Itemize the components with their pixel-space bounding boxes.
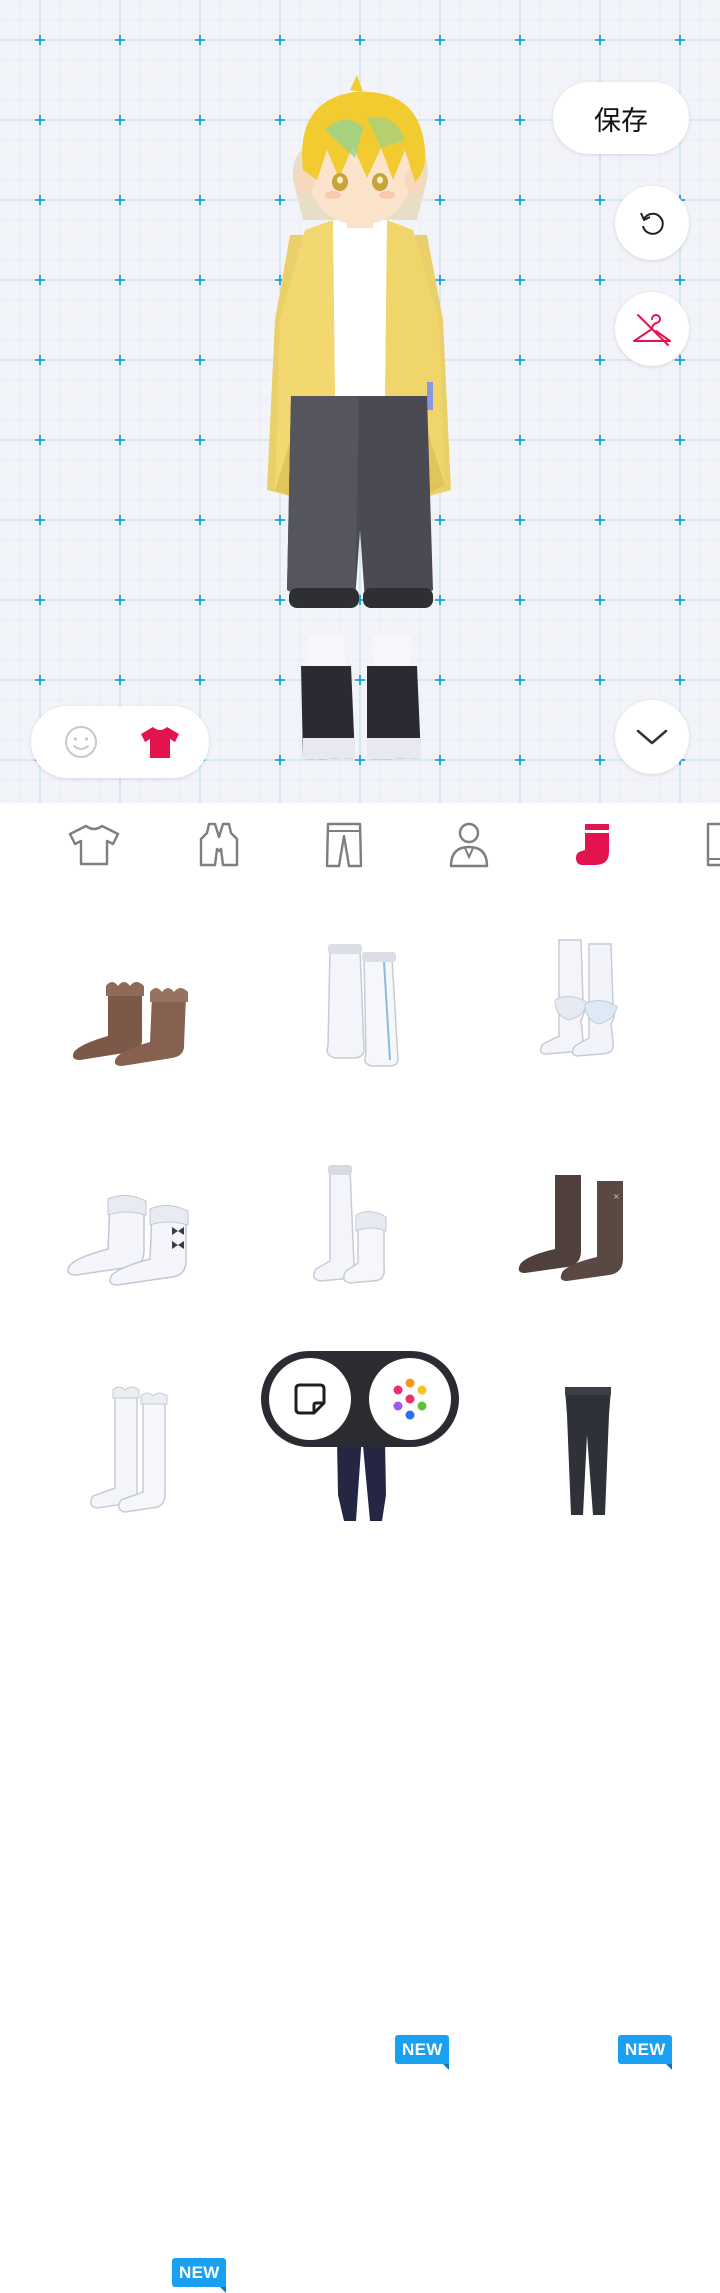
tshirt-icon (68, 824, 120, 866)
new-badge: NEW (395, 2035, 449, 2070)
tab-bottoms[interactable] (314, 817, 374, 873)
white-knee-socks-image (326, 944, 399, 1067)
category-tabs (0, 803, 720, 883)
outfit-mode-button[interactable] (130, 712, 190, 772)
reset-rotation-button[interactable] (615, 186, 689, 260)
color-palette-button[interactable] (369, 1358, 451, 1440)
tab-shoes[interactable] (682, 817, 720, 873)
item-brown-ruffle-socks[interactable] (35, 900, 235, 1100)
new-badge: NEW (172, 2258, 226, 2293)
white-slouch-leg-warmers-image (539, 939, 618, 1057)
tab-outerwear[interactable] (189, 817, 249, 873)
item-white-ruffle-knee-socks[interactable] (35, 1350, 235, 1550)
pants-icon (325, 822, 363, 868)
svg-text:×: × (613, 1192, 620, 1201)
sock-icon (576, 824, 609, 865)
rotate-reset-icon (640, 212, 664, 235)
shirt-icon (140, 727, 179, 758)
item-white-bow-socks[interactable] (35, 1125, 235, 1325)
tab-socks[interactable] (563, 817, 623, 873)
boot-icon (706, 822, 720, 867)
sticker-icon (294, 1383, 326, 1415)
white-bow-socks-image (67, 1195, 189, 1286)
avatar-figure[interactable] (255, 70, 465, 770)
hide-clothes-icon (633, 314, 671, 346)
item-dark-brown-socks[interactable]: × (485, 1125, 685, 1325)
collapse-panel-button[interactable] (615, 700, 689, 774)
face-icon (64, 726, 97, 758)
new-badge: NEW (618, 2035, 672, 2070)
item-white-mismatched-socks[interactable] (260, 1125, 460, 1325)
tab-tops[interactable] (64, 817, 124, 873)
brown-ruffle-socks-image (72, 982, 188, 1066)
face-mode-button[interactable] (51, 712, 111, 772)
item-white-slouch-leg-warmers[interactable] (485, 900, 685, 1100)
black-leggings-image (565, 1387, 611, 1515)
suit-person-icon (449, 822, 489, 868)
floating-action-group (261, 1351, 459, 1447)
item-black-leggings[interactable] (485, 1350, 685, 1550)
hide-clothes-button[interactable] (615, 292, 689, 366)
mode-toggle (31, 706, 209, 778)
white-ruffle-knee-socks-image (90, 1386, 168, 1513)
save-button[interactable]: 保存 (553, 82, 689, 154)
item-white-knee-socks[interactable] (260, 900, 460, 1100)
palette-icon (393, 1378, 427, 1420)
sticker-button[interactable] (269, 1358, 351, 1440)
white-mismatched-socks-image (313, 1165, 387, 1284)
dark-brown-socks-image: × (518, 1175, 623, 1281)
tab-sets[interactable] (439, 817, 499, 873)
chevron-down-icon (636, 729, 668, 745)
avatar-stage[interactable]: 保存 (0, 0, 720, 803)
vest-icon (199, 822, 239, 867)
